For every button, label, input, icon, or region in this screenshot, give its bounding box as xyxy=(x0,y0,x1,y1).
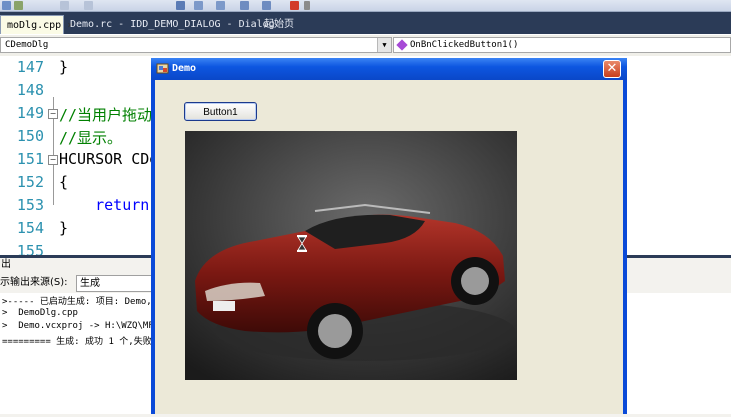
output-line: ========= 生成: 成功 1 个,失败 xyxy=(2,337,152,347)
toolbar-button-icon[interactable] xyxy=(262,1,271,10)
close-button[interactable]: ✕ xyxy=(603,60,621,78)
member-combo[interactable]: OnBnClickedButton1() xyxy=(393,37,731,53)
toolbar-button-icon[interactable] xyxy=(194,1,203,10)
tab-label: moDlg.cpp xyxy=(7,20,62,31)
navigation-bar: CDemoDlg ▼ OnBnClickedButton1() xyxy=(0,35,731,57)
code-line[interactable]: } xyxy=(59,58,68,76)
fold-toggle-icon[interactable]: − xyxy=(48,155,58,165)
dialog-frame-right xyxy=(623,58,627,414)
line-number: 152 xyxy=(16,173,44,191)
toolbar-button-icon[interactable] xyxy=(216,1,225,10)
output-line: > DemoDlg.cpp xyxy=(2,308,78,318)
toolbar-button-icon[interactable] xyxy=(14,1,23,10)
delete-icon[interactable] xyxy=(290,1,299,10)
chevron-down-icon[interactable]: ▼ xyxy=(377,38,391,52)
tab-label: 起始页 xyxy=(264,19,294,30)
line-number: 154 xyxy=(16,219,44,237)
output-line: >----- 已启动生成: 项目: Demo, xyxy=(2,297,152,307)
code-line[interactable]: //当用户拖动 xyxy=(59,104,152,125)
member-combo-value: OnBnClickedButton1() xyxy=(410,40,519,50)
class-combo[interactable]: CDemoDlg ▼ xyxy=(0,37,392,53)
tab-start-page[interactable]: 起始页 xyxy=(258,15,308,34)
toolbar xyxy=(0,0,731,12)
app-icon xyxy=(156,63,169,74)
fold-toggle-icon[interactable]: − xyxy=(48,109,58,119)
car-picture xyxy=(185,131,517,380)
dialog-title-bar[interactable] xyxy=(151,58,627,80)
code-line[interactable]: { xyxy=(59,173,68,191)
toolbar-button-icon[interactable] xyxy=(240,1,249,10)
license-plate xyxy=(213,301,235,311)
tab-demodlg-cpp[interactable]: moDlg.cpp × xyxy=(0,15,73,34)
output-panel-title: 出 xyxy=(1,259,11,270)
dropdown-arrow-icon[interactable] xyxy=(304,1,310,10)
line-number: 147 xyxy=(16,58,44,76)
toolbar-button-icon[interactable] xyxy=(84,1,93,10)
code-line[interactable]: } xyxy=(59,219,68,237)
dialog-frame-left xyxy=(151,58,155,414)
front-rim xyxy=(461,267,489,295)
tab-demo-rc-dialog[interactable]: Demo.rc - IDD_DEMO_DIALOG - Dialog xyxy=(64,15,275,34)
dialog-title: Demo xyxy=(172,63,197,74)
output-source-label: 示输出来源(S): xyxy=(0,277,68,288)
rear-rim xyxy=(318,314,352,348)
output-line: > Demo.vcxproj -> H:\WZQ\MFC_ xyxy=(2,321,165,331)
toolbar-button-icon[interactable] xyxy=(60,1,69,10)
line-number: 150 xyxy=(16,127,44,145)
document-tab-strip: moDlg.cpp × Demo.rc - IDD_DEMO_DIALOG - D… xyxy=(0,12,731,34)
line-number: 151 xyxy=(16,150,44,168)
method-icon xyxy=(396,38,408,51)
toolbar-button-icon[interactable] xyxy=(2,1,11,10)
toolbar-button-icon[interactable] xyxy=(176,1,185,10)
code-line[interactable]: return xyxy=(59,196,149,214)
fold-guide xyxy=(53,143,54,205)
fold-guide xyxy=(53,97,54,143)
class-combo-value: CDemoDlg xyxy=(5,40,49,50)
line-number: 148 xyxy=(16,81,44,99)
button1[interactable]: Button1 xyxy=(184,102,257,121)
line-number: 153 xyxy=(16,196,44,214)
line-number: 149 xyxy=(16,104,44,122)
output-source-select[interactable]: 生成 xyxy=(76,275,154,292)
code-line[interactable]: //显示。 xyxy=(59,127,122,148)
tab-label: Demo.rc - IDD_DEMO_DIALOG - Dialog xyxy=(70,19,275,30)
